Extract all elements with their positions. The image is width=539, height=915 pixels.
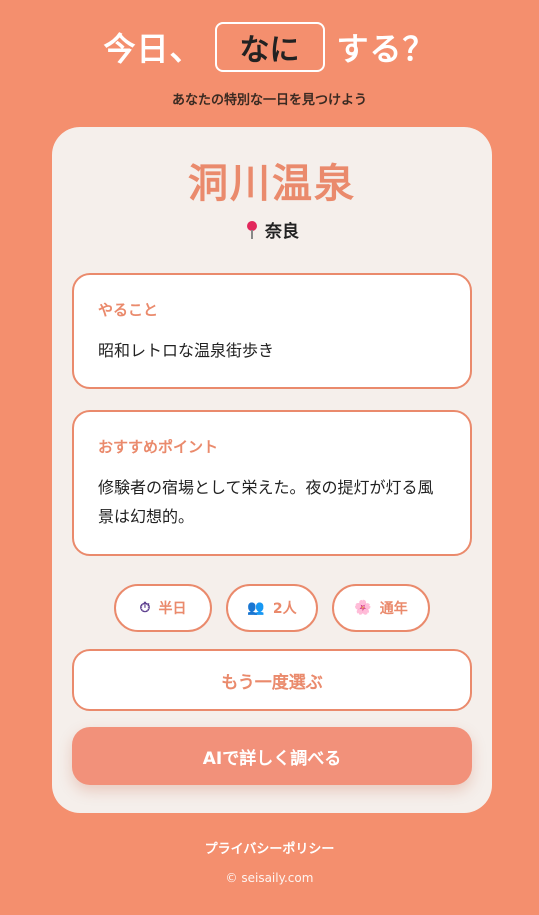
activity-text: 昭和レトロな温泉街歩き [98,341,275,360]
recommend-section: おすすめポイント 修験者の宿場として栄えた。夜の提灯が灯る風景は幻想的。 [72,410,472,556]
app-title: 今日、 なに する？ [0,22,539,72]
retry-button[interactable]: もう一度選ぶ [72,649,472,711]
tag-people: 👥 2人 [226,584,318,632]
place-location: 奈良 [52,217,492,242]
ai-research-button[interactable]: AIで詳しく調べる [72,727,472,785]
recommend-label: おすすめポイント [98,438,219,456]
activity-section: やること 昭和レトロな温泉街歩き [72,273,472,389]
tag-label: 2人 [272,601,297,617]
tag-duration: ⏱ 半日 [114,584,212,632]
blossom-icon: 🌸 [354,600,372,616]
location-label: 奈良 [265,222,299,242]
tag-label: 通年 [379,601,408,617]
place-name: 洞川温泉 [188,161,356,207]
subtitle: あなたの特別な一日を見つけよう [171,93,367,108]
title-highlight-box: なに [214,22,325,72]
title-prefix: 今日、 [103,30,203,68]
tag-row: ⏱ 半日 👥 2人 🌸 通年 [52,584,492,632]
tag-season: 🌸 通年 [332,584,430,632]
privacy-policy-link[interactable]: プライバシーポリシー [0,838,539,857]
title-suffix: する？ [336,30,436,68]
suggestion-card: 洞川温泉 奈良 やること 昭和レトロな温泉街歩き おすすめポイント 修験者の宿場… [52,127,492,813]
pin-icon [245,220,259,239]
tag-label: 半日 [158,601,187,617]
copyright: © seisaily.com [225,871,314,885]
stopwatch-icon: ⏱ [139,600,151,616]
people-icon: 👥 [247,600,265,616]
activity-label: やること [98,301,159,319]
recommend-text: 修験者の宿場として栄えた。夜の提灯が灯る風景は幻想的。 [98,478,434,526]
